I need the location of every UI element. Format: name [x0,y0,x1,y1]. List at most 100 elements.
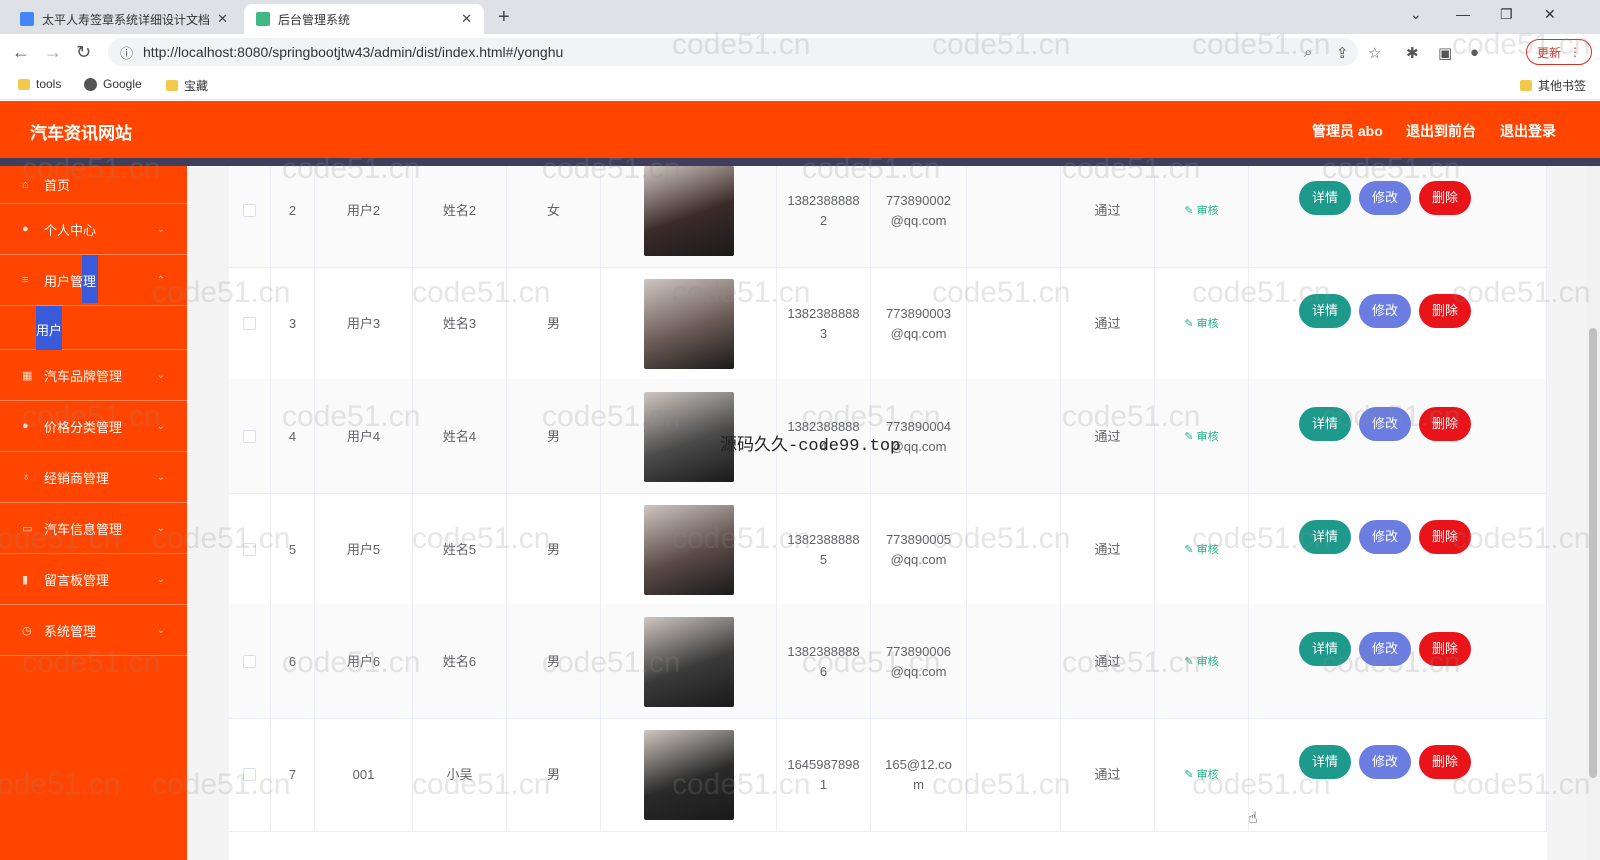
scroll-thumb[interactable] [1589,328,1597,778]
cell-email: 773890005 @qq.com [871,492,967,607]
detail-button[interactable]: 详情 [1299,407,1351,441]
audit-link[interactable]: ✎ 审核 [1184,314,1218,334]
delete-button[interactable]: 删除 [1419,294,1471,328]
extensions-icon[interactable]: ✱ [1406,44,1419,62]
detail-button[interactable]: 详情 [1299,520,1351,554]
sidebar-item-car-info[interactable]: ▭ 汽车信息管理 ⌄ [0,503,187,554]
cell-text-line: 1382388888 [787,192,860,208]
profile-icon[interactable]: ● [1470,44,1479,61]
sidebar-item-dealer-management[interactable]: ♁ 经销商管理 ⌄ [0,452,187,503]
cell-name: 姓名5 [413,492,507,607]
close-icon[interactable]: ✕ [461,11,472,27]
bookmark-other[interactable]: 其他书签 [1520,77,1586,94]
cell-text: 男 [546,541,560,557]
edit-button[interactable]: 修改 [1359,294,1411,328]
scrollbar[interactable] [1586,166,1600,860]
tab-title: 太平人寿签章系统详细设计文档 [42,12,211,27]
edit-button[interactable]: 修改 [1359,745,1411,779]
url-field[interactable]: ⓘ http://localhost:8080/springbootjtw43/… [108,38,1358,66]
main-content: 2 用户2 姓名2 女 1382388888 2 773890002 @qq.com 通过 ✎ 审… [187,166,1587,860]
audit-link[interactable]: ✎ 审核 [1184,765,1218,785]
cell-text: 2 [288,202,297,218]
audit-link[interactable]: ✎ 审核 [1184,540,1218,560]
sidebar-item-price-category[interactable]: ● 价格分类管理 ⌄ [0,401,187,452]
edit-button[interactable]: 修改 [1359,632,1411,666]
delete-button[interactable]: 删除 [1419,407,1471,441]
sidebar: ⌂ 首页 ● 个人中心 ⌄ ≡ 用户管理 ⌃ 用户 ▦ 汽车品牌管理 ⌄ ● 价… [0,166,187,860]
forward-icon[interactable]: → [44,42,62,63]
edit-button[interactable]: 修改 [1359,181,1411,215]
info-icon[interactable]: ⓘ [120,43,133,62]
back-icon[interactable]: ← [12,42,30,63]
sidebar-item-home[interactable]: ⌂ 首页 [0,166,187,204]
cell-text: 通过 [1094,428,1121,444]
cell-text: 通过 [1094,766,1121,782]
bookmark-tools[interactable]: tools [18,77,61,91]
row-checkbox[interactable] [243,430,256,443]
cell-name: 姓名6 [413,604,507,719]
browser-tab-inactive[interactable]: 太平人寿签章系统详细设计文档 ✕ [8,4,240,34]
restore-button[interactable]: ❐ [1500,6,1513,23]
browser-tab-active[interactable]: 后台管理系统 ✕ [244,4,484,34]
detail-button[interactable]: 详情 [1299,181,1351,215]
cell-text: 用户6 [346,653,381,669]
sidebar-item-personal-center[interactable]: ● 个人中心 ⌄ [0,204,187,255]
reload-icon[interactable]: ↻ [76,42,91,63]
audit-link[interactable]: ✎ 审核 [1184,427,1218,447]
row-checkbox[interactable] [243,204,256,217]
sidebar-subitem-users[interactable]: 用户 [0,306,187,350]
update-button[interactable]: 更新 ⋮ [1526,39,1592,65]
cell-email: 773890002 @qq.com [871,166,967,268]
minimize-button[interactable]: — [1456,6,1470,22]
sidebar-item-system[interactable]: ◷ 系统管理 ⌄ [0,605,187,656]
logout-link[interactable]: 退出登录 [1500,121,1556,141]
edit-button[interactable]: 修改 [1359,407,1411,441]
delete-button[interactable]: 删除 [1419,632,1471,666]
zoom-icon[interactable]: ⌕ [1304,44,1312,61]
sidebar-item-label: 价格分类管理 [44,419,123,435]
delete-button[interactable]: 删除 [1419,520,1471,554]
sidepanel-icon[interactable]: ▣ [1438,44,1452,62]
cell-phone: 1382388888 2 [777,166,871,268]
cell-text-line: 5 [819,551,828,567]
row-checkbox[interactable] [243,655,256,668]
cell-index: 7 [271,717,315,832]
sidebar-item-message-board[interactable]: ▮ 留言板管理 ⌄ [0,554,187,605]
cell-avatar [601,166,777,268]
row-actions: 详情 修改 删除 [1299,379,1479,494]
detail-button[interactable]: 详情 [1299,294,1351,328]
edit-button[interactable]: 修改 [1359,520,1411,554]
cell-audit: ✎ 审核 [1155,266,1249,381]
row-checkbox[interactable] [243,317,256,330]
sidebar-item-label: 个人中心 [44,222,97,238]
sidebar-item-brand-management[interactable]: ▦ 汽车品牌管理 ⌄ [0,350,187,401]
exit-to-front-link[interactable]: 退出到前台 [1406,121,1476,141]
edit-icon: ✎ [1184,317,1197,330]
row-checkbox[interactable] [243,768,256,781]
cell-text: 通过 [1094,653,1121,669]
bookmark-google[interactable]: Google [84,77,142,91]
close-icon[interactable]: ✕ [217,11,228,27]
folder-icon [166,80,178,91]
cell-text-line: 2 [819,212,828,228]
star-icon[interactable]: ☆ [1368,44,1381,62]
cell-text-line: m [913,776,924,792]
detail-button[interactable]: 详情 [1299,745,1351,779]
window-close-button[interactable]: ✕ [1544,6,1556,23]
bookmark-treasure[interactable]: 宝藏 [166,77,208,94]
cell-text: 男 [546,766,560,782]
audit-link[interactable]: ✎ 审核 [1184,201,1218,221]
user-icon: ● [22,420,29,432]
new-tab-button[interactable]: + [498,6,510,29]
row-checkbox[interactable] [243,543,256,556]
cell-text-line: 6 [819,663,828,679]
sidebar-item-user-management[interactable]: ≡ 用户管理 ⌃ [0,255,187,306]
detail-button[interactable]: 详情 [1299,632,1351,666]
avatar-image [643,504,734,595]
audit-link[interactable]: ✎ 审核 [1184,652,1218,672]
share-icon[interactable]: ⇪ [1336,44,1349,62]
chevron-down-icon[interactable]: ⌄ [1410,6,1422,23]
delete-button[interactable]: 删除 [1419,745,1471,779]
delete-button[interactable]: 删除 [1419,181,1471,215]
cell-wrap-text: 165@12.co m [885,755,952,795]
